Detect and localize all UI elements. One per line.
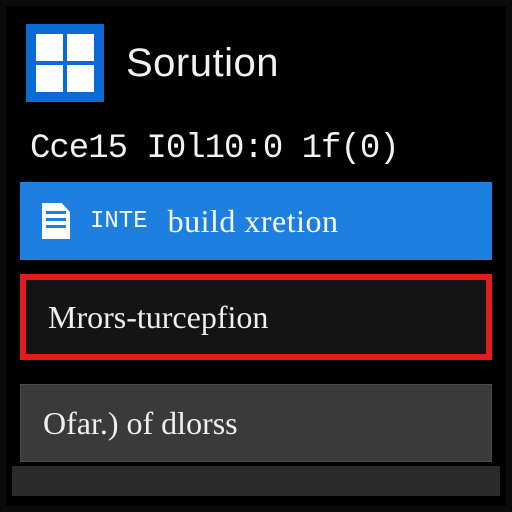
- bottom-edge: [12, 466, 500, 496]
- window-title: Sorution: [126, 41, 279, 86]
- item-other[interactable]: Ofar.) of dlorss: [20, 384, 492, 462]
- header: Sorution: [6, 6, 506, 122]
- status-line: Cce15 I0l10:0 1f(0): [6, 122, 506, 182]
- build-label: build xretion: [168, 203, 339, 240]
- document-icon: [42, 203, 70, 239]
- errors-label: Mrors-turcepfion: [48, 299, 268, 336]
- app-window: Sorution Cce15 I0l10:0 1f(0) INTE build …: [0, 0, 512, 512]
- other-label: Ofar.) of dlorss: [43, 405, 238, 442]
- windows-icon[interactable]: [26, 24, 104, 102]
- item-errors[interactable]: Mrors-turcepfion: [20, 274, 492, 360]
- build-keyword: INTE: [90, 208, 148, 235]
- item-build[interactable]: INTE build xretion: [20, 182, 492, 260]
